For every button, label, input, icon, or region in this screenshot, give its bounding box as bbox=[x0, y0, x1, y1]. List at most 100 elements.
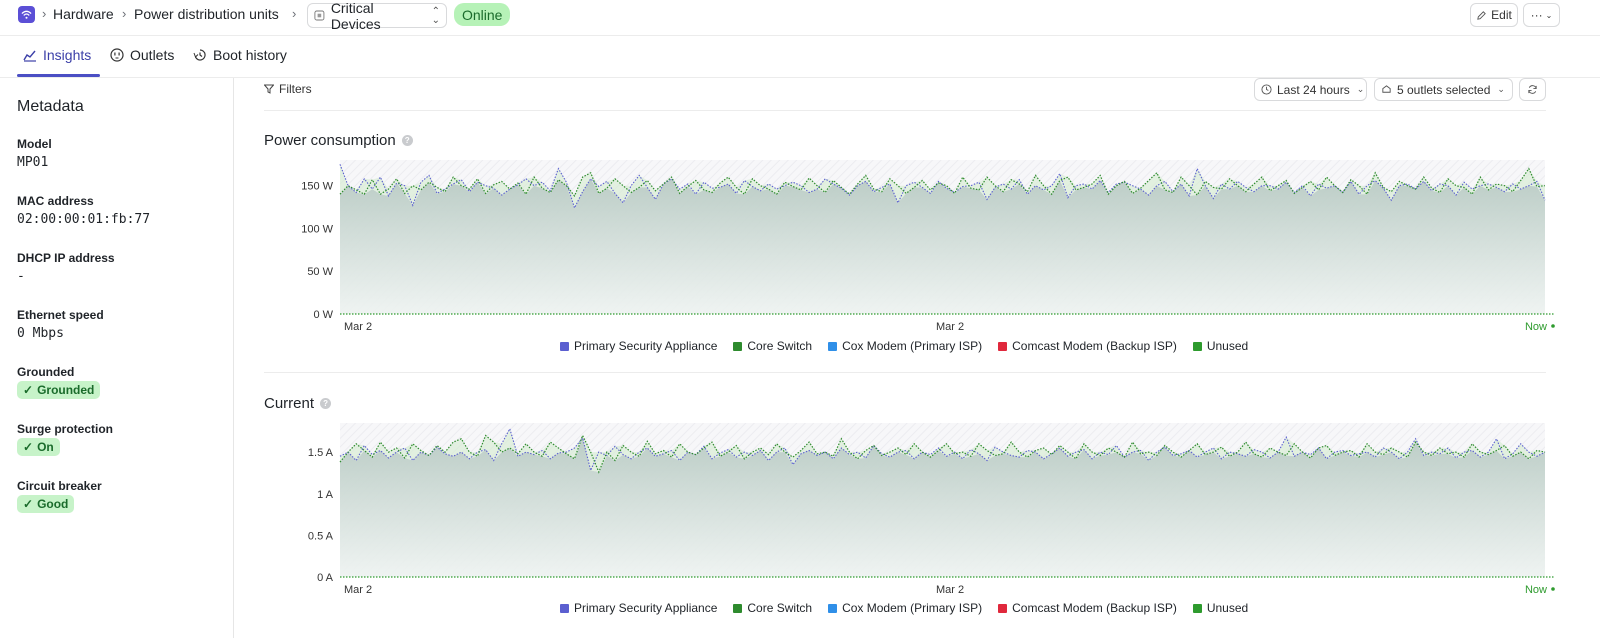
series-area bbox=[340, 178, 1545, 314]
y-tick-label: 0 W bbox=[313, 309, 333, 321]
legend-swatch bbox=[998, 341, 1008, 351]
legend-swatch bbox=[733, 341, 743, 351]
breadcrumb-pdu[interactable]: Power distribution units bbox=[134, 6, 279, 22]
clock-icon bbox=[1261, 84, 1272, 95]
legend-label: Comcast Modem (Backup ISP) bbox=[1012, 339, 1177, 353]
chevron-updown-icon: ⌃ ⌄ bbox=[431, 5, 440, 26]
boot-history-icon bbox=[193, 49, 206, 61]
legend-item[interactable]: Core Switch bbox=[733, 601, 812, 615]
filters-row: Filters Last 24 hours ⌄ 5 outlets select… bbox=[264, 78, 1546, 111]
x-tick-label: Mar 2 bbox=[344, 321, 372, 333]
chevron-right-icon: › bbox=[42, 6, 47, 21]
legend-item[interactable]: Primary Security Appliance bbox=[560, 601, 717, 615]
legend-swatch bbox=[560, 341, 569, 351]
edit-button-label: Edit bbox=[1491, 8, 1512, 22]
legend-swatch bbox=[733, 603, 743, 613]
tab-insights[interactable]: Insights bbox=[23, 47, 91, 63]
metadata-title: Metadata bbox=[17, 98, 84, 115]
help-icon[interactable]: ? bbox=[320, 398, 332, 409]
y-tick-label: 50 W bbox=[307, 266, 333, 278]
x-tick-label: Mar 2 bbox=[936, 321, 964, 333]
current-chart-title: Current ? bbox=[264, 395, 332, 412]
legend-item[interactable]: Core Switch bbox=[733, 339, 812, 353]
section-divider bbox=[264, 372, 1546, 373]
legend-item[interactable]: Cox Modem (Primary ISP) bbox=[828, 601, 982, 615]
x-tick-now: Now bbox=[1525, 584, 1547, 596]
top-bar: › Hardware › Power distribution units › … bbox=[0, 0, 1600, 36]
grounded-badge-label: Grounded bbox=[37, 383, 95, 397]
legend-item[interactable]: Comcast Modem (Backup ISP) bbox=[998, 601, 1177, 615]
legend-label: Core Switch bbox=[747, 601, 813, 615]
time-range-select[interactable]: Last 24 hours ⌄ bbox=[1254, 78, 1367, 101]
more-options-button[interactable]: ··· ⌄ bbox=[1523, 3, 1560, 27]
power-chart-title: Power consumption ? bbox=[264, 132, 413, 149]
outlets-select[interactable]: 5 outlets selected ⌄ bbox=[1374, 78, 1513, 101]
device-select[interactable]: Critical Devices ⌃ ⌄ bbox=[307, 0, 447, 32]
legend-label: Unused bbox=[1206, 601, 1249, 615]
filters-button[interactable]: Filters bbox=[264, 82, 312, 96]
chevron-down-icon: ⌄ bbox=[1356, 84, 1365, 94]
tab-outlets[interactable]: Outlets bbox=[110, 47, 174, 63]
chevron-down-icon: ⌄ bbox=[1497, 84, 1505, 94]
time-range-label: Last 24 hours bbox=[1277, 82, 1350, 97]
refresh-button[interactable] bbox=[1519, 78, 1546, 101]
edit-button[interactable]: Edit bbox=[1470, 3, 1518, 27]
legend-label: Unused bbox=[1206, 339, 1249, 353]
tab-insights-label: Insights bbox=[43, 47, 92, 63]
ellipsis-icon: ··· bbox=[1530, 8, 1543, 22]
wifi-logo-icon[interactable] bbox=[18, 6, 35, 23]
legend-label: Core Switch bbox=[747, 339, 813, 353]
power-chart-title-text: Power consumption bbox=[264, 132, 396, 149]
legend-item[interactable]: Comcast Modem (Backup ISP) bbox=[998, 339, 1177, 353]
legend-swatch bbox=[560, 603, 569, 613]
legend-item[interactable]: Cox Modem (Primary ISP) bbox=[828, 339, 982, 353]
y-tick-label: 0.5 A bbox=[308, 530, 334, 542]
tab-bar: Insights Outlets Boot history bbox=[0, 36, 1600, 78]
legend-swatch bbox=[998, 603, 1008, 613]
y-tick-label: 100 W bbox=[301, 223, 333, 235]
current-chart-title-text: Current bbox=[264, 395, 315, 412]
legend-swatch bbox=[828, 341, 838, 351]
help-icon[interactable]: ? bbox=[401, 135, 413, 146]
current-chart[interactable]: 0 A 0.5 A 1 A 1.5 A Mar 2 Mar 2 Now bbox=[0, 413, 1600, 598]
refresh-icon bbox=[1528, 85, 1537, 94]
tab-boot-history[interactable]: Boot history bbox=[193, 47, 287, 63]
device-select-label: Critical Devices bbox=[330, 0, 381, 32]
status-badge: Online bbox=[454, 3, 511, 26]
grounded-badge: ✓ Grounded bbox=[17, 381, 101, 399]
legend-label: Primary Security Appliance bbox=[574, 601, 718, 615]
filters-label: Filters bbox=[279, 82, 312, 96]
filter-icon bbox=[264, 84, 274, 94]
y-tick-label: 1.5 A bbox=[308, 447, 334, 459]
chevron-right-icon: › bbox=[122, 6, 127, 21]
legend-item[interactable]: Primary Security Appliance bbox=[560, 339, 717, 353]
legend-item[interactable]: Unused bbox=[1192, 601, 1249, 615]
outlet-icon bbox=[1382, 85, 1391, 93]
chevron-down-icon: ⌄ bbox=[1545, 10, 1553, 20]
x-tick-label: Mar 2 bbox=[344, 584, 372, 596]
device-icon bbox=[314, 10, 325, 21]
x-tick-label: Mar 2 bbox=[936, 584, 964, 596]
tab-outlets-label: Outlets bbox=[130, 47, 175, 63]
legend-swatch bbox=[828, 603, 838, 613]
y-tick-label: 0 A bbox=[317, 572, 334, 584]
series-area bbox=[340, 438, 1545, 577]
outlet-icon bbox=[110, 48, 124, 62]
pencil-icon bbox=[1477, 10, 1486, 20]
legend-label: Cox Modem (Primary ISP) bbox=[842, 601, 983, 615]
legend-item[interactable]: Unused bbox=[1192, 339, 1249, 353]
breadcrumb-hardware[interactable]: Hardware bbox=[53, 6, 114, 22]
legend-label: Primary Security Appliance bbox=[574, 339, 718, 353]
tab-boot-history-label: Boot history bbox=[213, 47, 287, 63]
legend-swatch bbox=[1192, 603, 1202, 613]
check-icon: ✓ bbox=[23, 383, 34, 397]
power-chart-legend: Primary Security Appliance Core Switch Cox… bbox=[560, 339, 1248, 353]
active-tab-indicator bbox=[17, 74, 100, 77]
power-consumption-chart[interactable]: 0 W 50 W 100 W 150 W Mar 2 Mar 2 Now bbox=[0, 150, 1600, 335]
grounded-label: Grounded bbox=[17, 365, 75, 379]
x-tick-now: Now bbox=[1525, 321, 1547, 333]
legend-label: Cox Modem (Primary ISP) bbox=[842, 339, 983, 353]
chevron-right-icon: › bbox=[292, 6, 297, 21]
legend-label: Comcast Modem (Backup ISP) bbox=[1012, 601, 1177, 615]
y-tick-label: 1 A bbox=[317, 489, 334, 501]
